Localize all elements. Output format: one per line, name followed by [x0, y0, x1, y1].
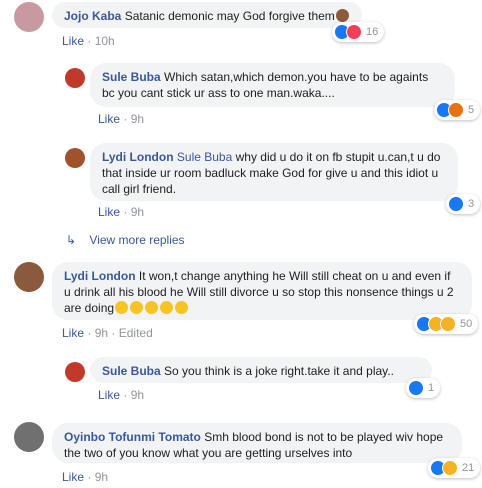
reaction-summary[interactable]: 3 — [446, 194, 481, 214]
like-button[interactable]: Like — [98, 112, 120, 126]
reply-arrow-icon: ↳ — [66, 233, 77, 247]
edited-label[interactable]: Edited — [119, 326, 153, 340]
comment-author[interactable]: Sule Buba — [102, 364, 161, 378]
comment-actions: Like · 9h — [98, 205, 144, 219]
reaction-count: 1 — [428, 382, 435, 394]
haha-reaction-icon — [442, 460, 458, 476]
sad-reaction-icon — [440, 316, 456, 332]
avatar[interactable] — [14, 2, 44, 32]
comment-actions: Like · 10h — [62, 34, 115, 48]
view-more-label: View more replies — [89, 233, 185, 247]
reaction-summary[interactable]: 50 — [414, 314, 479, 334]
comment-author[interactable]: Oyinbo Tofunmi Tomato — [64, 430, 201, 444]
like-reaction-icon — [448, 196, 464, 212]
comment-author[interactable]: Jojo Kaba — [64, 9, 121, 23]
avatar[interactable] — [65, 362, 85, 382]
separator: · — [123, 112, 128, 126]
avatar[interactable] — [14, 262, 44, 292]
thinking-emoji-icon — [130, 301, 144, 314]
comment-bubble: Sule Buba Which satan,which demon.you ha… — [90, 63, 455, 107]
timestamp[interactable]: 9h — [131, 388, 144, 402]
comment-bubble: Lydi London Sule Buba why did u do it on… — [90, 143, 458, 201]
comment-actions: Like · 9h — [98, 112, 144, 126]
separator: · — [123, 388, 128, 402]
smirk-emoji-icon — [175, 301, 189, 314]
like-button[interactable]: Like — [98, 388, 120, 402]
separator: · — [87, 34, 92, 48]
comment-actions: Like · 9h — [98, 388, 144, 402]
comment-bubble: Jojo Kaba Satanic demonic may God forgiv… — [52, 2, 362, 28]
smirk-emoji-icon — [145, 301, 159, 314]
separator: · — [87, 470, 92, 484]
angry-reaction-icon — [448, 102, 464, 118]
like-button[interactable]: Like — [62, 470, 84, 484]
avatar[interactable] — [65, 148, 85, 168]
separator: · — [87, 326, 92, 340]
timestamp[interactable]: 9h — [95, 470, 108, 484]
view-more-replies-link[interactable]: ↳ View more replies — [66, 233, 185, 247]
comment-bubble: Lydi London It won,t change anything he … — [52, 262, 472, 320]
like-button[interactable]: Like — [62, 34, 84, 48]
thinking-emoji-icon — [115, 301, 129, 314]
mention-tag[interactable]: Sule Buba — [177, 150, 232, 164]
comment-actions: Like · 9h — [62, 470, 108, 484]
reaction-summary[interactable]: 1 — [406, 378, 441, 398]
reaction-count: 3 — [468, 198, 475, 210]
timestamp[interactable]: 9h — [131, 112, 144, 126]
reaction-summary[interactable]: 16 — [332, 22, 385, 42]
separator: · — [123, 205, 128, 219]
reaction-summary[interactable]: 21 — [428, 458, 481, 478]
reaction-count: 50 — [460, 318, 473, 330]
comment-text: So you think is a joke right.take it and… — [164, 364, 394, 378]
like-reaction-icon — [408, 380, 424, 396]
emoji-icon — [335, 9, 349, 22]
reaction-count: 21 — [462, 462, 475, 474]
reaction-count: 16 — [366, 26, 379, 38]
reaction-summary[interactable]: 5 — [434, 100, 481, 120]
timestamp[interactable]: 10h — [95, 34, 115, 48]
comment-text: Satanic demonic may God forgive them — [124, 9, 335, 23]
comment-author[interactable]: Sule Buba — [102, 70, 161, 84]
comment-bubble: Sule Buba So you think is a joke right.t… — [90, 357, 432, 383]
like-button[interactable]: Like — [62, 326, 84, 340]
separator: · — [111, 326, 116, 340]
reaction-count: 5 — [468, 104, 475, 116]
avatar[interactable] — [14, 422, 44, 452]
love-reaction-icon — [346, 24, 362, 40]
smirk-emoji-icon — [160, 301, 174, 314]
avatar[interactable] — [65, 68, 85, 88]
comment-author[interactable]: Lydi London — [64, 269, 136, 283]
comment-actions: Like · 9h · Edited — [62, 326, 153, 340]
timestamp[interactable]: 9h — [131, 205, 144, 219]
comment-bubble: Oyinbo Tofunmi Tomato Smh blood bond is … — [52, 423, 462, 463]
like-button[interactable]: Like — [98, 205, 120, 219]
comment-author[interactable]: Lydi London — [102, 150, 174, 164]
timestamp[interactable]: 9h — [95, 326, 108, 340]
